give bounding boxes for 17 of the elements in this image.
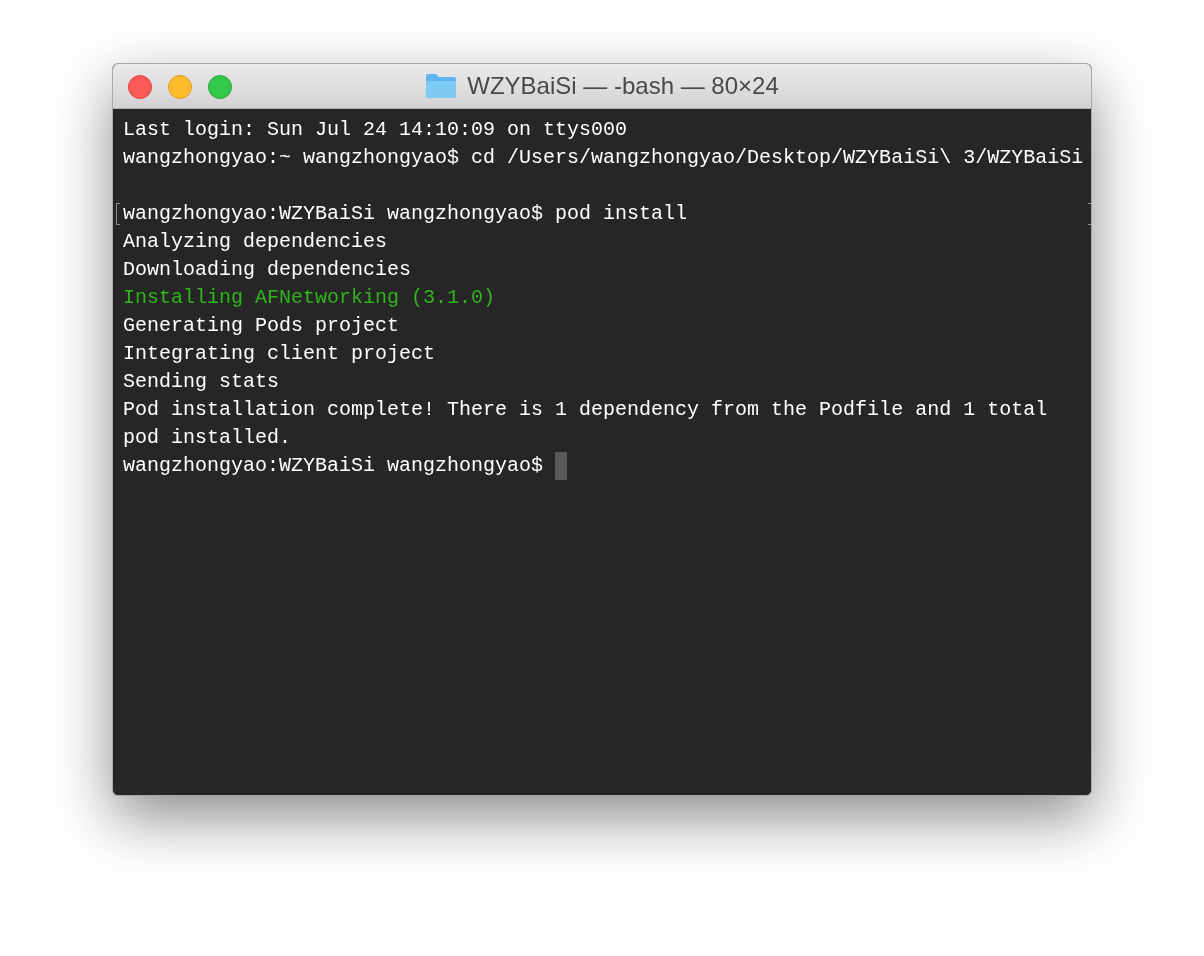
terminal-line: Last login: Sun Jul 24 14:10:09 on ttys000 bbox=[123, 117, 628, 143]
terminal-line: Downloading dependencies bbox=[123, 257, 412, 283]
terminal-line: Installing AFNetworking (3.1.0) bbox=[123, 285, 496, 311]
window-title: WZYBaiSi — -bash — 80×24 bbox=[467, 74, 779, 98]
terminal-line: Sending stats bbox=[123, 369, 280, 395]
terminal-line: wangzhongyao:WZYBaiSi wangzhongyao$ bbox=[123, 453, 544, 479]
minimize-button[interactable] bbox=[168, 75, 192, 99]
close-button[interactable] bbox=[128, 75, 152, 99]
terminal-line: wangzhongyao:WZYBaiSi wangzhongyao$ pod install bbox=[123, 201, 688, 227]
terminal-line: Analyzing dependencies bbox=[123, 229, 388, 255]
zoom-button[interactable] bbox=[208, 75, 232, 99]
terminal-line: wangzhongyao:~ wangzhongyao$ cd /Users/wangzhongyao/Desktop/WZYBaiSi\ 3/WZYBaiSi bbox=[123, 145, 1084, 171]
terminal-line: Pod installation complete! There is 1 dependency from the Podfile and 1 total bbox=[123, 397, 1048, 423]
terminal-line: Integrating client project bbox=[123, 341, 436, 367]
terminal-line: Generating Pods project bbox=[123, 313, 400, 339]
terminal-line: pod installed. bbox=[123, 425, 292, 451]
folder-icon bbox=[425, 73, 458, 99]
